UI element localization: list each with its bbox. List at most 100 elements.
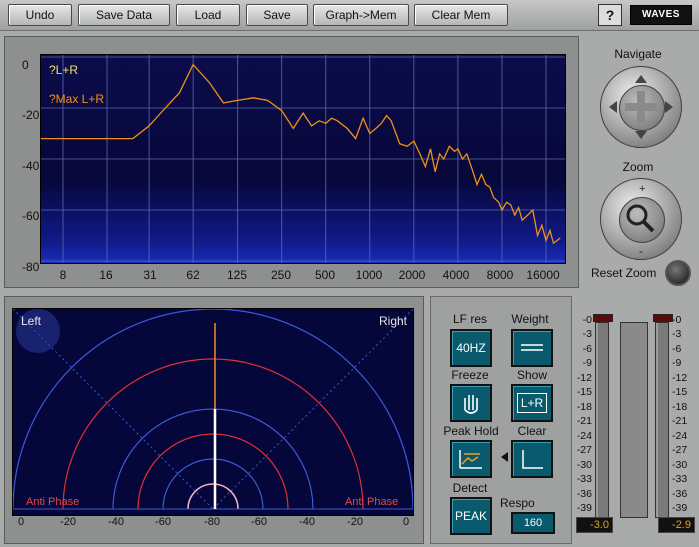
meter-scale-right-label: -18 [672,400,688,413]
load-button[interactable]: Load [176,4,240,26]
x-tick-label: 16000 [526,268,560,282]
legend-max: ?Max L+R [49,92,105,106]
meter-scale-right-label: -27 [672,444,688,457]
meter-scale-right-label: -0 [672,314,682,326]
undo-button[interactable]: Undo [8,4,72,26]
scope-left-label: Left [21,314,42,328]
waves-logo: WAVES [630,5,692,25]
save-button[interactable]: Save [246,4,308,26]
weight-flat-icon [521,344,543,351]
meter-scale-left-label: -12 [576,371,592,384]
lf-res-label: LF res [452,312,487,326]
response-value[interactable]: 160 [511,512,555,534]
meter-scale-right-label: -24 [672,429,688,442]
navigate-arrows-icon [609,75,673,139]
meter-scale-right-label: -12 [672,371,688,384]
lf-res-button[interactable]: 40HZ [450,329,492,367]
x-tick-label: 125 [226,268,248,282]
meter-scale-right-label: -9 [672,357,682,370]
show-button[interactable]: L+R [511,384,553,422]
meter-scale-left-label: -18 [576,400,592,413]
spectrum-plot[interactable] [40,54,566,264]
scope-x-tick: -60 [251,516,267,528]
clear-button[interactable] [511,440,553,478]
navigate-title: Navigate [614,47,662,61]
x-tick-label: 4000 [442,268,470,282]
show-value: L+R [516,393,548,413]
weight-label: Weight [511,312,549,326]
readout-right: -2.9 [658,517,695,533]
level-meter-right [655,322,669,518]
scope-x-tick: -60 [155,516,171,528]
peak-hold-label: Peak Hold [443,424,499,438]
legend-current: ?L+R [49,63,79,77]
x-tick-label: 2000 [398,268,426,282]
peak-hold-button[interactable] [450,440,492,478]
anti-phase-right-label: Anti Phase [345,496,399,508]
meter-scale-left-label: -39 [576,502,592,514]
navigate-knob[interactable] [600,66,682,148]
scope-x-tick: -20 [60,516,76,528]
clip-led-left[interactable] [593,314,613,322]
meter-scale-left-label: -9 [582,357,592,370]
help-button[interactable]: ? [598,4,622,26]
hand-icon [464,395,478,414]
phase-scope [12,308,414,516]
meter-scale-right-label: -15 [672,386,688,399]
meter-scale-left-label: -0 [582,314,592,326]
detect-label: Detect [452,481,488,495]
phase-scope-graphic [13,309,413,510]
meter-scale-left-label: -27 [576,444,592,457]
meter-scale-right-label: -30 [672,458,688,471]
meter-scale-right-label: -3 [672,328,682,341]
correlation-meter [620,322,648,518]
save-data-button[interactable]: Save Data [78,4,170,26]
reset-zoom-label: Reset Zoom [591,266,657,280]
clear-label: Clear [517,424,547,438]
reset-zoom-button[interactable] [665,260,691,286]
zoom-knob[interactable]: + - [600,178,682,260]
show-label: Show [516,368,548,382]
x-tick-label: 16 [99,268,113,282]
meter-scale-left-label: -6 [582,342,592,355]
x-tick-label: 8 [59,268,67,282]
meter-scale-left-label: -33 [576,473,592,486]
weight-button[interactable] [511,329,553,367]
x-tick-label: 62 [186,268,200,282]
anti-phase-left-label: Anti Phase [26,496,80,508]
level-meter-left [595,322,609,518]
x-tick-label: 250 [270,268,292,282]
x-tick-label: 8000 [486,268,514,282]
clear-axis-icon [522,450,543,469]
magnifier-icon: + - [626,183,655,258]
meter-scale-left-label: -36 [576,487,592,500]
meter-scale-left-label: -15 [576,386,592,399]
clear-mem-button[interactable]: Clear Mem [414,4,508,26]
scope-x-tick: 0 [17,516,25,528]
readout-left: -3.0 [576,517,613,533]
meter-scale-left-label: -3 [582,328,592,341]
meter-scale-left-label: -30 [576,458,592,471]
meter-scale-right-label: -36 [672,487,688,500]
meter-scale-right-label: -33 [672,473,688,486]
graph-to-mem-button[interactable]: Graph->Mem [313,4,409,26]
spectrum-chart [41,55,565,263]
arrow-left-icon [501,452,508,462]
scope-x-tick: -80 [204,516,220,528]
freeze-button[interactable] [450,384,492,422]
meter-scale-right-label: -21 [672,415,688,428]
meter-scale-right-label: -39 [672,502,688,514]
svg-text:-: - [639,244,643,258]
svg-text:+: + [639,183,645,195]
x-tick-label: 500 [314,268,336,282]
meter-scale-left-label: -24 [576,429,592,442]
toolbar: Undo Save Data Load Save Graph->Mem Clea… [0,0,699,31]
meter-scale-right-label: -6 [672,342,682,355]
scope-right-label: Right [379,314,408,328]
peak-hold-icon [459,450,482,469]
scope-x-tick: -20 [347,516,363,528]
scope-x-tick: -40 [299,516,315,528]
clip-led-right[interactable] [653,314,673,322]
detect-button[interactable]: PEAK [450,497,492,535]
response-label: Respo [500,496,535,510]
